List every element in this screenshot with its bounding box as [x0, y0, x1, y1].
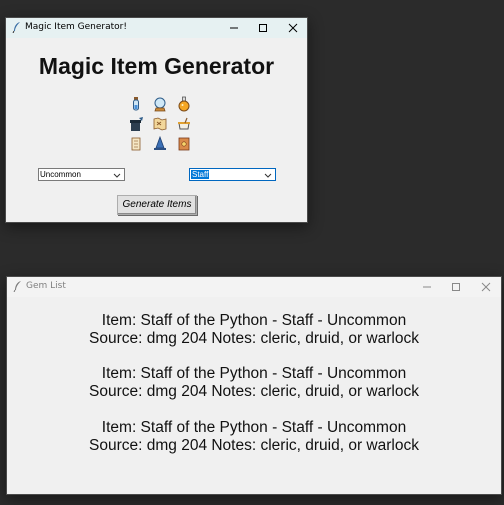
feather-icon [12, 21, 22, 34]
window-title: Gem List [26, 281, 66, 291]
type-select[interactable]: Staff [189, 168, 276, 181]
generate-items-button[interactable]: Generate Items [117, 195, 197, 215]
flask-icon [172, 94, 196, 114]
list-item: Item: Staff of the Python - Staff - Unco… [7, 365, 501, 401]
scroll-icon [124, 134, 148, 154]
minimize-icon[interactable] [412, 277, 442, 297]
title-bar[interactable]: Gem List [7, 277, 501, 297]
rarity-select-value: Uncommon [40, 170, 81, 179]
gem-entry-line1: Item: Staff of the Python - Staff - Unco… [101, 419, 407, 436]
type-select-value: Staff [191, 170, 210, 179]
list-item: Item: Staff of the Python - Staff - Unco… [7, 312, 501, 348]
close-icon[interactable] [471, 277, 501, 297]
gem-entry-line1: Item: Staff of the Python - Staff - Unco… [101, 365, 407, 382]
map-icon [148, 114, 172, 134]
rarity-select[interactable]: Uncommon [38, 168, 125, 181]
maximize-icon[interactable] [248, 18, 278, 38]
gem-entry-line2: Source: dmg 204 Notes: cleric, druid, or… [89, 330, 419, 347]
generator-content: Magic Item Generator Uncommon Staff Gene… [6, 38, 307, 222]
close-icon[interactable] [278, 18, 308, 38]
spellbook-icon [172, 134, 196, 154]
hat-scroll-icon [124, 114, 148, 134]
gem-list-content: Item: Staff of the Python - Staff - Unco… [7, 297, 501, 494]
gem-entry-line2: Source: dmg 204 Notes: cleric, druid, or… [89, 437, 419, 454]
potion-vial-icon [124, 94, 148, 114]
crystal-ball-icon [148, 94, 172, 114]
cauldron-icon [172, 114, 196, 134]
wizard-hat-icon [148, 134, 172, 154]
magic-item-generator-window: Magic Item Generator! Magic Item Generat… [5, 17, 308, 223]
list-item: Item: Staff of the Python - Staff - Unco… [7, 419, 501, 455]
page-title: Magic Item Generator [38, 53, 275, 79]
feather-icon [13, 280, 23, 293]
chevron-down-icon [113, 171, 121, 182]
gem-list-window: Gem List Item: Staff of the Python - Sta… [6, 276, 502, 495]
minimize-icon[interactable] [219, 18, 249, 38]
chevron-down-icon [264, 171, 272, 182]
item-icon-grid [124, 94, 196, 154]
gem-entry-line1: Item: Staff of the Python - Staff - Unco… [101, 312, 407, 329]
window-title: Magic Item Generator! [25, 22, 127, 32]
title-bar[interactable]: Magic Item Generator! [6, 18, 307, 38]
maximize-icon[interactable] [441, 277, 471, 297]
gem-entry-line2: Source: dmg 204 Notes: cleric, druid, or… [89, 383, 419, 400]
